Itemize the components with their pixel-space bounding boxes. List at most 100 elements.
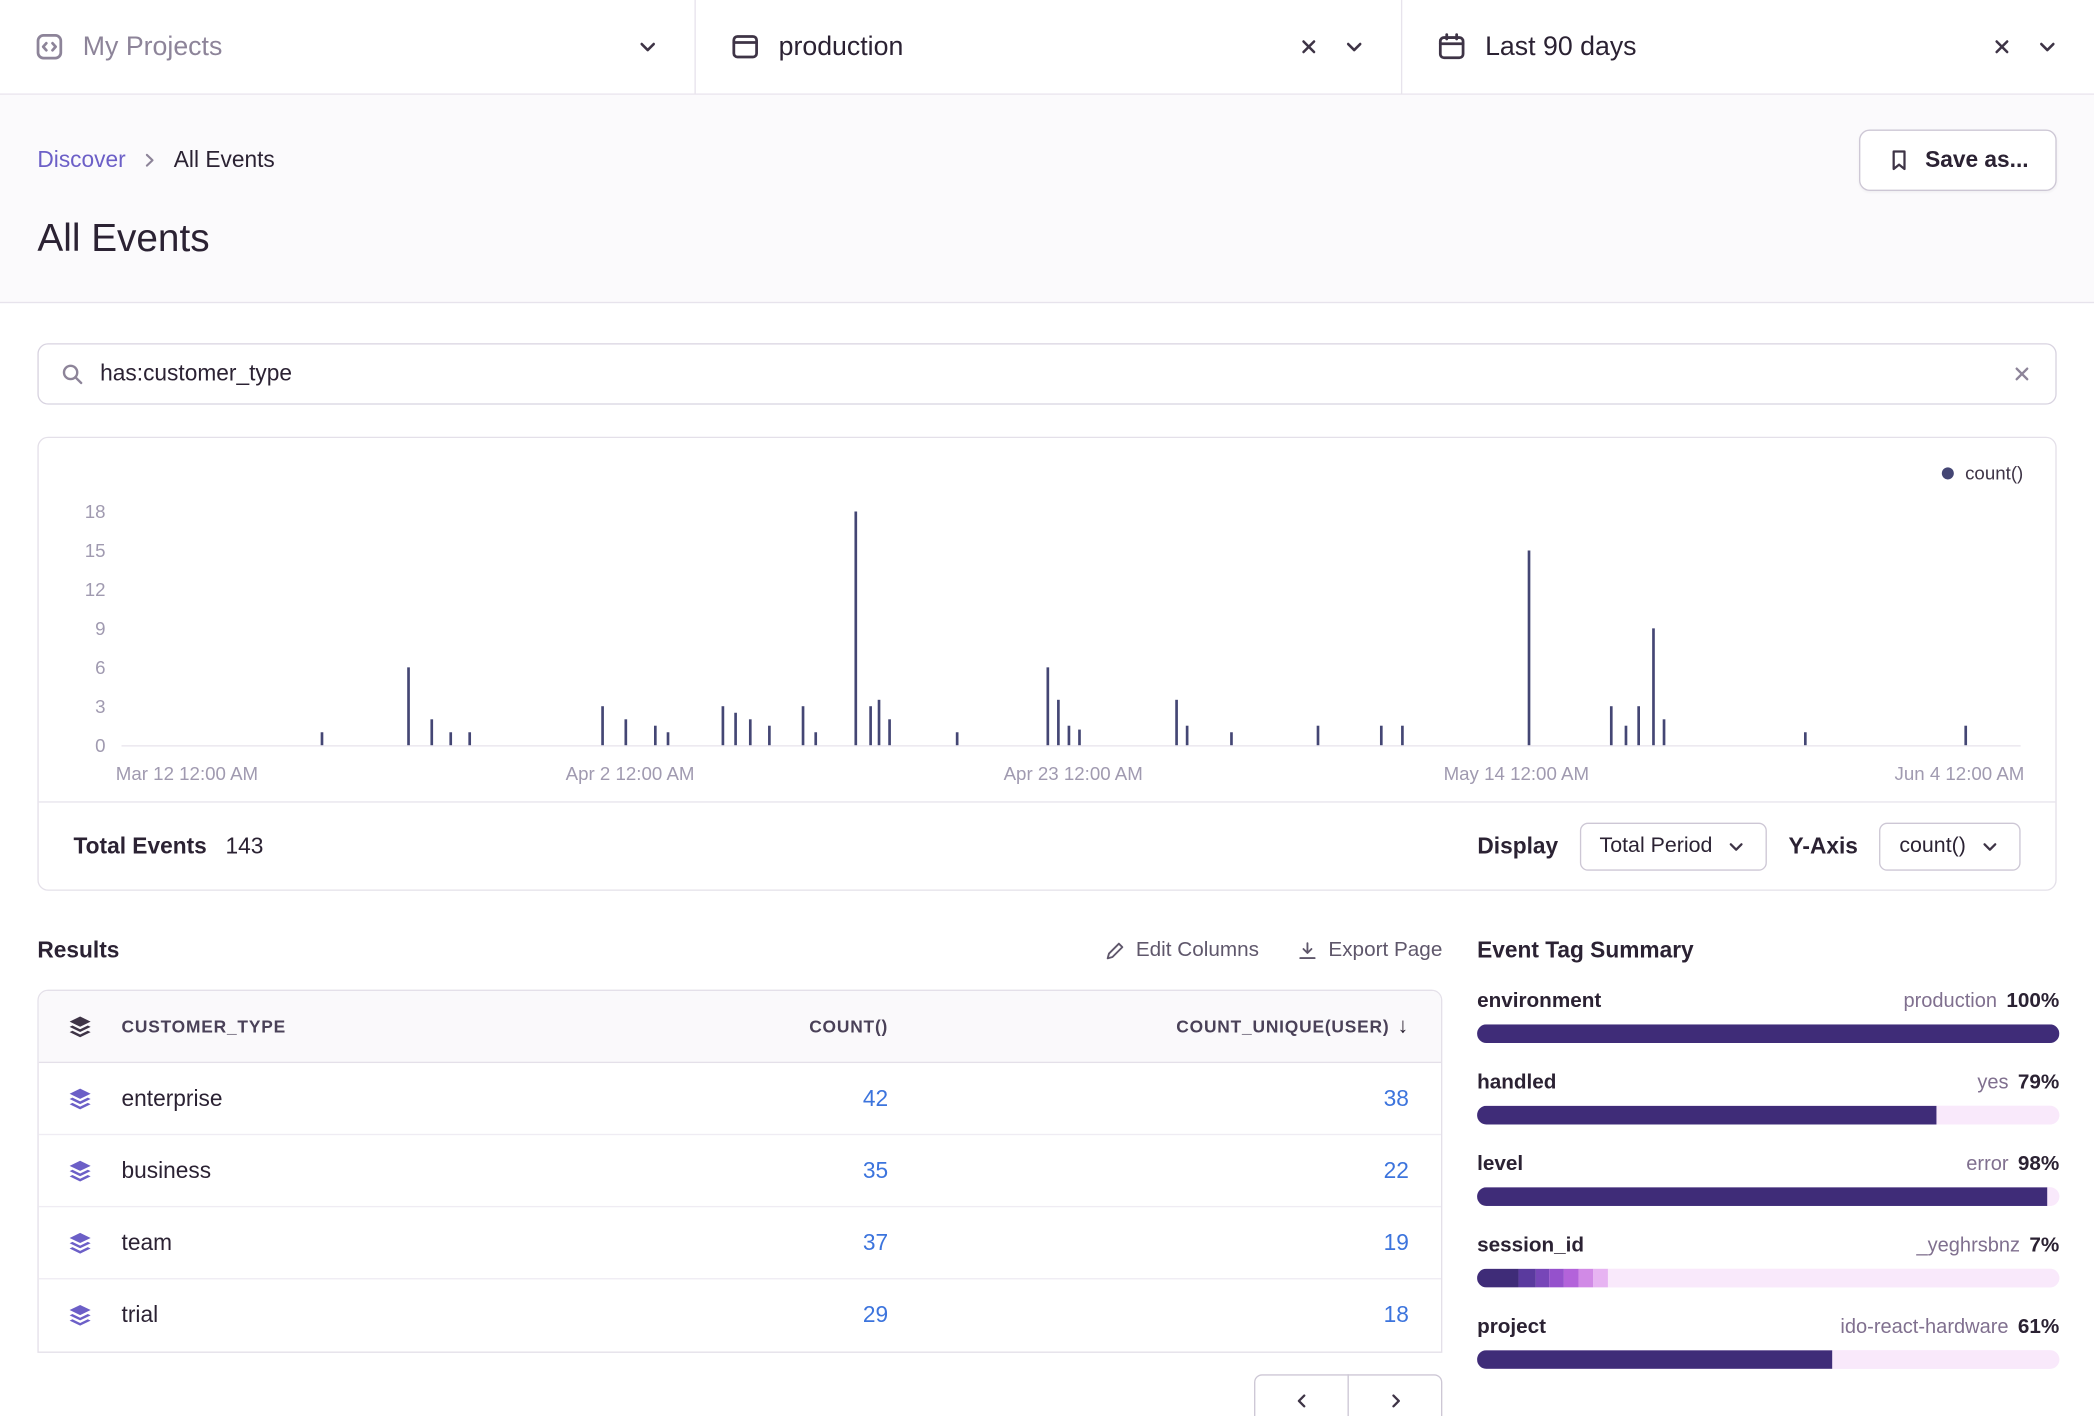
search-icon bbox=[60, 362, 84, 386]
chevron-right-icon bbox=[1384, 1390, 1405, 1411]
tag-name[interactable]: project bbox=[1477, 1315, 1546, 1339]
tag-name[interactable]: environment bbox=[1477, 990, 1601, 1014]
edit-columns-label: Edit Columns bbox=[1136, 939, 1259, 963]
previous-page-button[interactable] bbox=[1254, 1374, 1349, 1416]
svg-text:9: 9 bbox=[95, 618, 105, 639]
tag-top-pct: 98% bbox=[2018, 1153, 2059, 1177]
total-events-value: 143 bbox=[225, 833, 263, 860]
tag-name[interactable]: session_id bbox=[1477, 1234, 1584, 1258]
export-page-button[interactable]: Export Page bbox=[1296, 939, 1442, 963]
tag-top-value: production bbox=[1903, 990, 1997, 1013]
count-link[interactable]: 35 bbox=[863, 1157, 888, 1184]
breadcrumb-current: All Events bbox=[174, 147, 275, 174]
results-column: Results Edit Columns Export bbox=[37, 931, 1442, 1416]
page-header: Discover All Events Save as... All Event… bbox=[0, 95, 2094, 303]
bookmark-icon bbox=[1888, 148, 1912, 172]
column-header-customer-type[interactable]: CUSTOMER_TYPE bbox=[122, 1016, 286, 1036]
next-page-button[interactable] bbox=[1348, 1374, 1443, 1416]
layers-icon bbox=[68, 1086, 92, 1110]
events-chart[interactable]: 0369121518Mar 12 12:00 AMApr 2 12:00 AMA… bbox=[55, 451, 2040, 801]
tag-distribution-bar[interactable] bbox=[1477, 1024, 2059, 1043]
column-header-count[interactable]: COUNT() bbox=[613, 1016, 920, 1036]
search-bar[interactable] bbox=[37, 343, 2056, 404]
table-row: trial 29 18 bbox=[39, 1279, 1441, 1351]
tag-item: environment production 100% bbox=[1477, 990, 2059, 1043]
search-input[interactable] bbox=[100, 361, 1994, 388]
chevron-down-icon bbox=[1979, 835, 2000, 856]
yaxis-dropdown[interactable]: count() bbox=[1879, 822, 2020, 870]
count-unique-link[interactable]: 22 bbox=[1384, 1157, 1409, 1184]
table-row: business 35 22 bbox=[39, 1135, 1441, 1207]
count-unique-link[interactable]: 18 bbox=[1384, 1302, 1409, 1329]
tag-top-pct: 79% bbox=[2018, 1071, 2059, 1095]
daterange-selector-label: Last 90 days bbox=[1485, 31, 1636, 62]
count-link[interactable]: 37 bbox=[863, 1229, 888, 1256]
stack-icon bbox=[68, 1014, 92, 1038]
download-icon bbox=[1296, 940, 1317, 961]
environment-selector[interactable]: production bbox=[696, 0, 1401, 93]
calendar-icon bbox=[1437, 32, 1466, 61]
project-selector[interactable]: My Projects bbox=[0, 0, 694, 93]
breadcrumb-discover[interactable]: Discover bbox=[37, 147, 125, 174]
global-header: My Projects production bbox=[0, 0, 2094, 95]
svg-text:Jun 4 12:00 AM: Jun 4 12:00 AM bbox=[1895, 763, 2025, 784]
svg-text:15: 15 bbox=[85, 540, 106, 561]
app-root: My Projects production bbox=[0, 0, 2094, 1416]
tag-distribution-bar[interactable] bbox=[1477, 1350, 2059, 1369]
events-chart-panel: count() 0369121518Mar 12 12:00 AMApr 2 1… bbox=[37, 437, 2056, 891]
pencil-icon bbox=[1104, 940, 1125, 961]
chevron-right-icon bbox=[139, 150, 160, 171]
column-header-count-unique[interactable]: COUNT_UNIQUE(USER) ↓ bbox=[920, 1014, 1441, 1038]
main-content: count() 0369121518Mar 12 12:00 AMApr 2 1… bbox=[0, 303, 2094, 1416]
tag-distribution-bar[interactable] bbox=[1477, 1269, 2059, 1288]
chevron-down-icon[interactable] bbox=[1342, 35, 1366, 59]
legend-label: count() bbox=[1965, 462, 2023, 483]
daterange-selector[interactable]: Last 90 days bbox=[1402, 0, 2094, 93]
events-chart-area[interactable]: count() 0369121518Mar 12 12:00 AMApr 2 1… bbox=[39, 438, 2056, 801]
customer-type-value: trial bbox=[122, 1302, 159, 1329]
edit-columns-button[interactable]: Edit Columns bbox=[1104, 939, 1259, 963]
display-label: Display bbox=[1477, 833, 1558, 860]
display-dropdown[interactable]: Total Period bbox=[1580, 822, 1768, 870]
clear-daterange-icon[interactable] bbox=[1990, 35, 2014, 59]
results-title: Results bbox=[37, 938, 119, 965]
legend-dot-icon bbox=[1942, 467, 1954, 479]
svg-text:Apr 23 12:00 AM: Apr 23 12:00 AM bbox=[1004, 763, 1143, 784]
save-as-label: Save as... bbox=[1925, 147, 2029, 174]
tag-top-pct: 61% bbox=[2018, 1315, 2059, 1339]
tag-name[interactable]: handled bbox=[1477, 1071, 1556, 1095]
customer-type-value: enterprise bbox=[122, 1085, 223, 1112]
customer-type-value: team bbox=[122, 1229, 172, 1256]
tag-distribution-bar[interactable] bbox=[1477, 1187, 2059, 1206]
chevron-left-icon bbox=[1291, 1390, 1312, 1411]
tag-top-pct: 7% bbox=[2029, 1234, 2059, 1258]
count-unique-link[interactable]: 19 bbox=[1384, 1229, 1409, 1256]
count-unique-link[interactable]: 38 bbox=[1384, 1085, 1409, 1112]
results-table: CUSTOMER_TYPE COUNT() COUNT_UNIQUE(USER)… bbox=[37, 990, 1442, 1353]
tag-distribution-bar[interactable] bbox=[1477, 1106, 2059, 1125]
count-link[interactable]: 42 bbox=[863, 1085, 888, 1112]
chart-footer: Total Events 143 Display Total Period Y-… bbox=[39, 801, 2056, 889]
clear-environment-icon[interactable] bbox=[1297, 35, 1321, 59]
save-as-button[interactable]: Save as... bbox=[1860, 130, 2057, 191]
svg-text:18: 18 bbox=[85, 501, 106, 522]
clear-search-icon[interactable] bbox=[2010, 362, 2034, 386]
customer-type-value: business bbox=[122, 1157, 212, 1184]
layers-icon bbox=[68, 1159, 92, 1183]
table-header-row: CUSTOMER_TYPE COUNT() COUNT_UNIQUE(USER)… bbox=[39, 991, 1441, 1063]
breadcrumb: Discover All Events bbox=[37, 147, 274, 174]
tag-name[interactable]: level bbox=[1477, 1153, 1523, 1177]
chevron-down-icon[interactable] bbox=[636, 35, 660, 59]
window-icon bbox=[731, 32, 760, 61]
tag-top-value: ido-react-hardware bbox=[1840, 1315, 2008, 1338]
svg-text:May 14 12:00 AM: May 14 12:00 AM bbox=[1444, 763, 1589, 784]
export-page-label: Export Page bbox=[1328, 939, 1442, 963]
svg-text:Apr 2 12:00 AM: Apr 2 12:00 AM bbox=[566, 763, 695, 784]
environment-selector-label: production bbox=[779, 31, 904, 62]
tag-top-value: error bbox=[1966, 1153, 2008, 1176]
total-events-label: Total Events bbox=[73, 833, 206, 860]
tag-top-pct: 100% bbox=[2006, 990, 2059, 1014]
svg-text:6: 6 bbox=[95, 657, 105, 678]
chevron-down-icon[interactable] bbox=[2035, 35, 2059, 59]
count-link[interactable]: 29 bbox=[863, 1302, 888, 1329]
